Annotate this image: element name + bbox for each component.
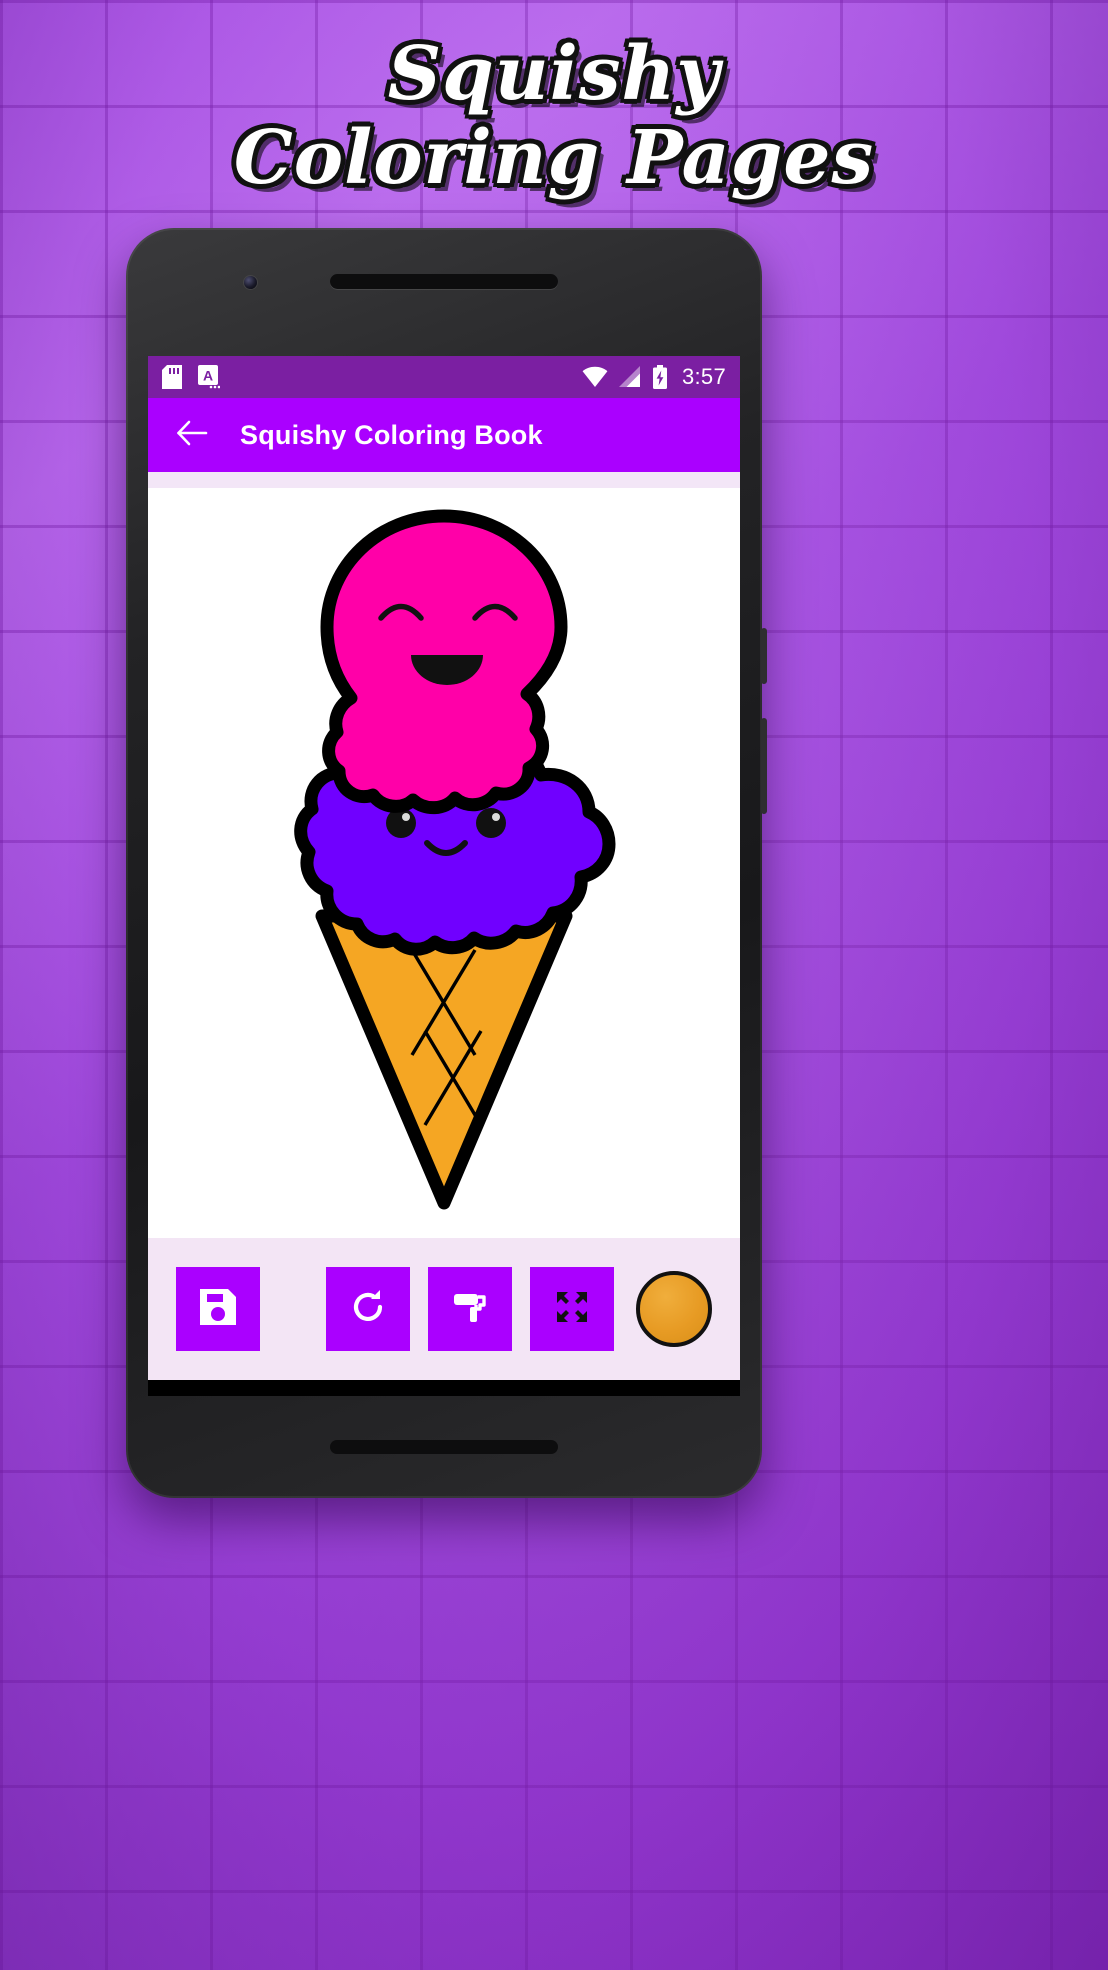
phone-power-button[interactable]: [761, 628, 767, 684]
fullscreen-button[interactable]: [530, 1267, 614, 1351]
cellular-signal-icon: [618, 366, 642, 388]
bottom-speaker-grille: [330, 1440, 558, 1454]
bottom-scoop-right-eye: [476, 808, 506, 838]
promo-title: Squishy Coloring Pages: [0, 32, 1108, 200]
status-bar: A 3:57: [148, 356, 740, 398]
cone-shape: [315, 909, 573, 1210]
screenshot-icon: A: [198, 365, 220, 389]
promo-background: Squishy Coloring Pages A 3:57 Squishy Co…: [0, 0, 1108, 1970]
promo-title-line-2: Coloring Pages: [233, 115, 875, 201]
app-bar-title: Squishy Coloring Book: [240, 419, 543, 450]
status-bar-left-icons: A: [162, 365, 220, 389]
front-camera-icon: [244, 276, 257, 289]
arrow-left-icon: [175, 419, 209, 452]
floppy-disk-icon: [196, 1285, 240, 1334]
promo-title-line-1: Squishy: [387, 31, 721, 117]
wifi-icon: [582, 366, 608, 388]
ice-cream-cone-artwork[interactable]: [229, 503, 659, 1223]
nav-home-button[interactable]: [408, 1389, 480, 1396]
sd-card-icon: [162, 365, 182, 389]
redo-button[interactable]: [326, 1267, 410, 1351]
phone-device-frame: A 3:57 Squishy Coloring Book: [126, 228, 767, 1498]
back-button[interactable]: [170, 413, 214, 457]
phone-volume-button[interactable]: [761, 718, 767, 814]
svg-text:A: A: [203, 368, 213, 384]
paint-bucket-button[interactable]: [428, 1267, 512, 1351]
nav-back-button[interactable]: [211, 1389, 283, 1396]
redo-arrow-icon: [347, 1286, 389, 1333]
coloring-canvas[interactable]: [148, 488, 740, 1238]
fullscreen-expand-icon: [551, 1286, 593, 1333]
save-button[interactable]: [176, 1267, 260, 1351]
earpiece-speaker: [330, 274, 558, 289]
nav-recents-button[interactable]: [605, 1389, 677, 1396]
status-bar-right-icons: 3:57: [582, 364, 726, 390]
battery-charging-icon: [652, 365, 668, 389]
android-nav-bar: [148, 1380, 740, 1396]
paint-roller-icon: [448, 1285, 492, 1334]
tool-bar: [148, 1238, 740, 1380]
phone-screen: A 3:57 Squishy Coloring Book: [148, 356, 740, 1396]
status-bar-clock: 3:57: [681, 364, 726, 389]
app-bar: Squishy Coloring Book: [148, 398, 740, 472]
color-swatch-button[interactable]: [636, 1271, 712, 1347]
canvas-top-divider: [148, 472, 740, 488]
